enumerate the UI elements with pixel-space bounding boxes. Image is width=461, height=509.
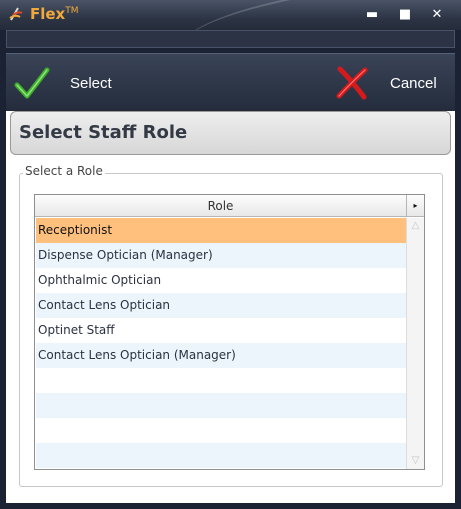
- page-header: Select Staff Role: [10, 111, 451, 155]
- table-row[interactable]: Optinet Staff: [36, 318, 406, 343]
- maximize-button[interactable]: ■: [397, 7, 413, 23]
- trademark-mark: TM: [65, 6, 79, 16]
- content-panel: Select Staff Role Select a Role Role ▸ R…: [6, 111, 455, 503]
- app-title-text: Flex: [30, 5, 66, 23]
- scroll-down-icon[interactable]: ▽: [409, 456, 422, 466]
- table-row: [36, 368, 406, 393]
- title-bar: FlexTM ▬ ■ ✕: [0, 0, 461, 82]
- scroll-up-icon[interactable]: △: [409, 221, 422, 231]
- x-mark-icon: [336, 66, 368, 100]
- table-row[interactable]: Ophthalmic Optician: [36, 268, 406, 293]
- cancel-button[interactable]: Cancel: [334, 54, 437, 112]
- select-button[interactable]: Select: [14, 54, 112, 112]
- minimize-button[interactable]: ▬: [364, 7, 380, 23]
- table-row[interactable]: Receptionist: [36, 218, 406, 243]
- cancel-label: Cancel: [390, 74, 437, 92]
- grid-rows: Receptionist Dispense Optician (Manager)…: [36, 218, 406, 468]
- table-row: [36, 443, 406, 468]
- group-legend: Select a Role: [23, 164, 105, 178]
- table-row: [36, 393, 406, 418]
- vertical-scrollbar[interactable]: △ ▽: [406, 218, 424, 469]
- column-chooser-icon[interactable]: ▸: [406, 195, 424, 217]
- app-title: FlexTM: [30, 5, 79, 23]
- page-title: Select Staff Role: [19, 122, 188, 143]
- column-header-role[interactable]: Role: [35, 195, 406, 217]
- role-grid: Role ▸ Receptionist Dispense Optician (M…: [34, 194, 425, 470]
- flex-logo-icon: [9, 7, 23, 21]
- checkmark-icon: [14, 67, 50, 99]
- table-row[interactable]: Dispense Optician (Manager): [36, 243, 406, 268]
- menu-strip: [6, 30, 455, 48]
- table-row: [36, 418, 406, 443]
- select-label: Select: [70, 74, 112, 92]
- close-button[interactable]: ✕: [429, 7, 445, 23]
- toolbar: Select Cancel: [6, 53, 455, 111]
- table-row[interactable]: Contact Lens Optician (Manager): [36, 343, 406, 368]
- table-row[interactable]: Contact Lens Optician: [36, 293, 406, 318]
